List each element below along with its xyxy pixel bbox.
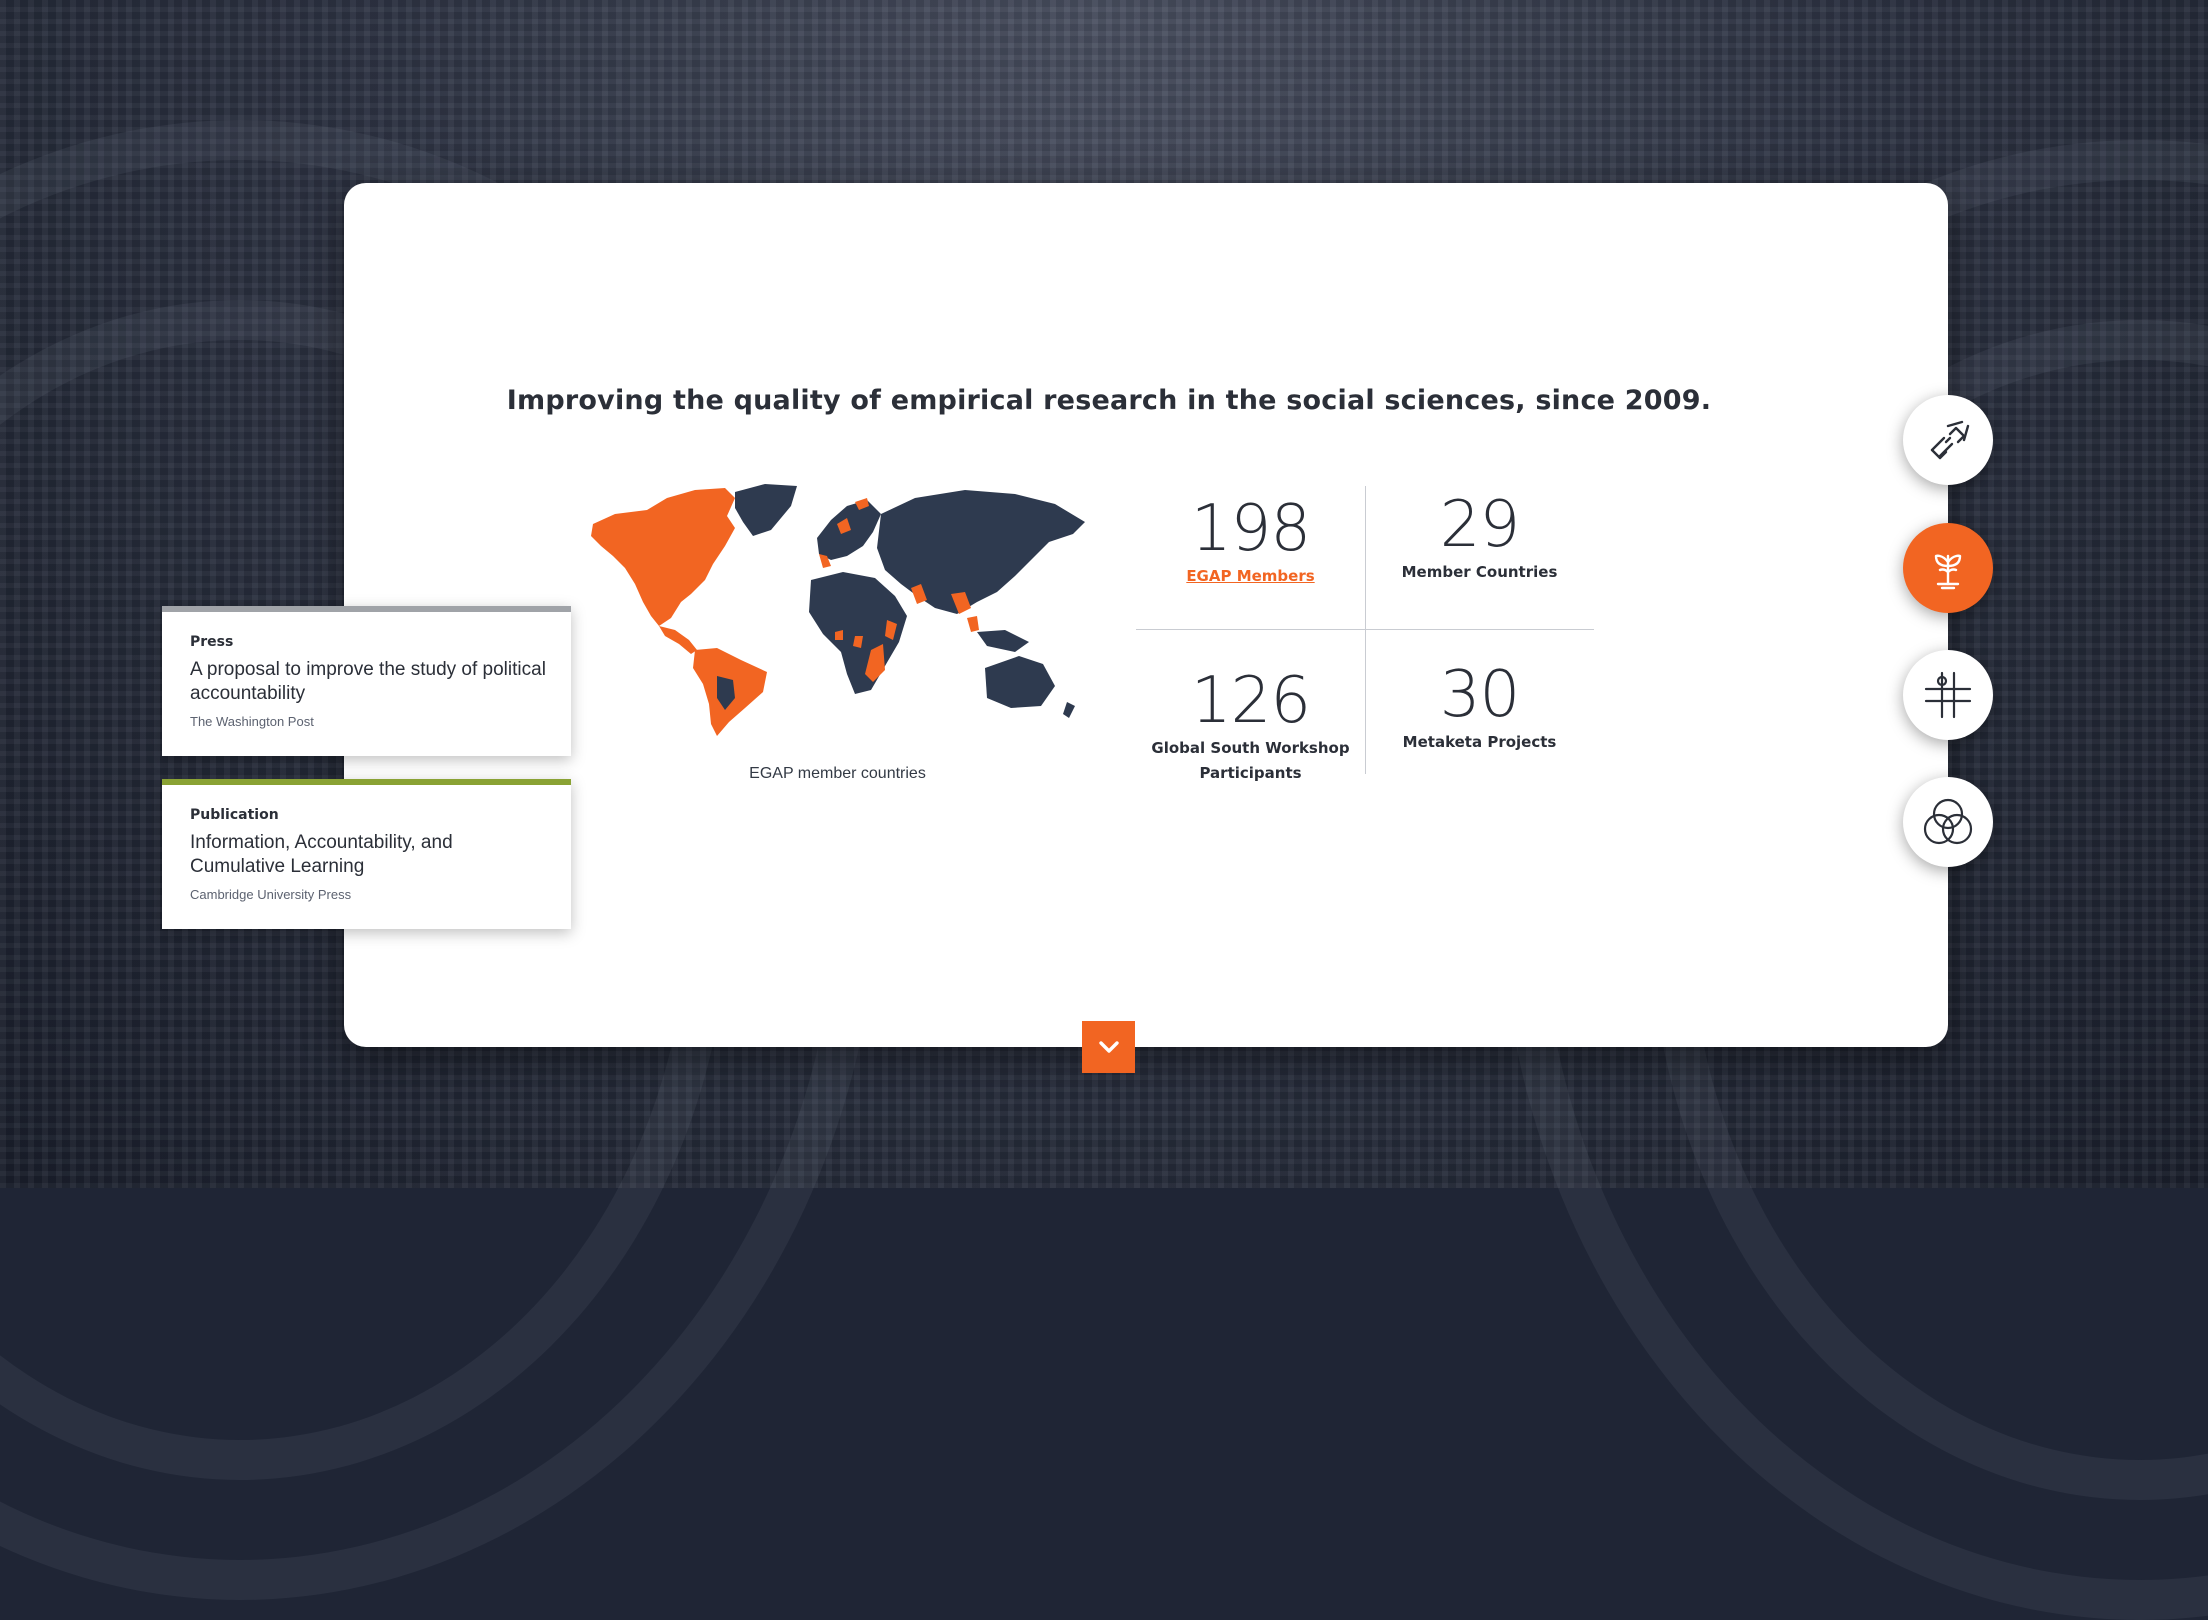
news-type: Press [190,634,234,650]
link-chain-icon [1930,420,1970,460]
map-australia [985,656,1055,708]
chevron-down-icon [1098,1041,1119,1053]
news-type: Publication [190,807,279,823]
world-map[interactable] [585,484,1090,736]
stats-grid: 198 EGAP Members 29 Member Countries 126… [1136,486,1594,782]
map-asia [877,490,1085,614]
egap-members-link[interactable]: EGAP Members [1136,564,1365,589]
stat-workshop-participants: 126 Global South Workshop Participants [1136,666,1365,786]
side-nav-grid-button[interactable] [1903,650,1993,740]
map-new-zealand [1063,702,1075,718]
side-nav-venn-button[interactable] [1903,777,1993,867]
side-nav-growth-button[interactable] [1903,523,1993,613]
venn-circles-icon [1923,798,1973,845]
stat-label-line1: Global South Workshop [1151,739,1350,757]
news-title[interactable]: A proposal to improve the study of polit… [190,658,547,706]
page-headline: Improving the quality of empirical resea… [506,385,1712,416]
news-card-publication[interactable]: Publication Information, Accountability,… [162,779,571,929]
news-title[interactable]: Information, Accountability, and Cumulat… [190,831,547,879]
plant-growth-icon [1934,554,1962,590]
grid-crosshair-icon [1924,671,1972,719]
news-card-bar [162,606,571,612]
stat-value: 30 [1439,658,1520,732]
scroll-down-button[interactable] [1082,1021,1135,1073]
stat-member-countries: 29 Member Countries [1365,490,1594,585]
stat-value: 126 [1190,664,1311,738]
map-greenland [735,484,797,536]
map-se-asia [977,630,1029,652]
stat-metaketa-projects: 30 Metaketa Projects [1365,660,1594,755]
stat-value: 29 [1439,488,1520,562]
news-source: The Washington Post [190,714,314,729]
stat-egap-members: 198 EGAP Members [1136,494,1365,589]
stat-label: Metaketa Projects [1402,733,1557,751]
stat-value: 198 [1190,492,1311,566]
news-card-bar [162,779,571,785]
map-central-america [659,626,697,654]
stat-label-line2: Participants [1199,764,1302,782]
side-nav-link-button[interactable] [1903,395,1993,485]
map-caption: EGAP member countries [749,765,926,782]
stat-label: Member Countries [1401,563,1558,581]
stats-divider-horizontal [1136,629,1594,630]
map-north-america [591,488,735,626]
news-card-press[interactable]: Press A proposal to improve the study of… [162,606,571,756]
news-source: Cambridge University Press [190,887,352,902]
